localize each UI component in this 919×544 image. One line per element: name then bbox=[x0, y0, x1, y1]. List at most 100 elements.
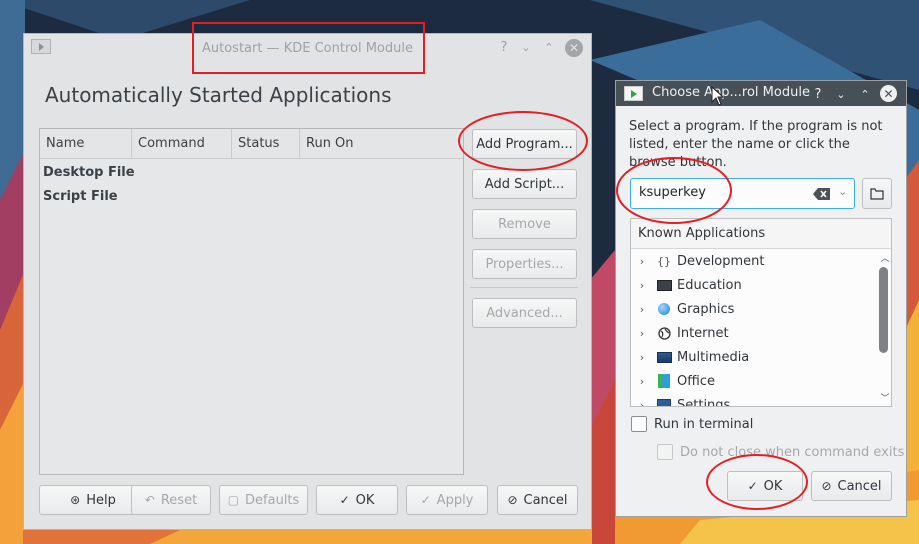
remove-button[interactable]: Remove bbox=[472, 209, 577, 239]
page-title: Automatically Started Applications bbox=[45, 83, 392, 107]
cancel-icon: ⊘ bbox=[507, 493, 518, 507]
globe-icon bbox=[653, 326, 675, 340]
tree-item-label: Office bbox=[677, 373, 715, 389]
undo-icon: ↶ bbox=[144, 493, 155, 507]
tree-item-label: Education bbox=[677, 277, 742, 293]
tree-item-multimedia[interactable]: › Multimedia bbox=[631, 345, 875, 369]
advanced-button[interactable]: Advanced... bbox=[472, 298, 577, 328]
run-in-terminal-option[interactable]: Run in terminal bbox=[631, 416, 753, 432]
column-command[interactable]: Command bbox=[132, 129, 232, 159]
dialog-cancel-button[interactable]: ⊘ Cancel bbox=[811, 471, 892, 501]
tree-item-internet[interactable]: › Internet bbox=[631, 321, 875, 345]
tree-item-label: Internet bbox=[677, 325, 729, 341]
media-icon bbox=[653, 351, 675, 363]
tree-item-label: Multimedia bbox=[677, 349, 750, 365]
expand-arrow-icon[interactable]: › bbox=[631, 255, 653, 268]
dialog-titlebar: Choose App...rol Module ? ⌄ ⌃ ✕ bbox=[616, 81, 906, 106]
cancel-button[interactable]: ⊘ Cancel bbox=[497, 485, 578, 515]
tree-item-development[interactable]: › {} Development bbox=[631, 249, 875, 273]
help-label: Help bbox=[86, 492, 116, 508]
maximize-icon[interactable]: ⌃ bbox=[857, 86, 873, 102]
minimize-icon[interactable]: ⌄ bbox=[518, 39, 534, 55]
list-item[interactable]: Desktop File bbox=[43, 165, 135, 180]
properties-label: Properties... bbox=[485, 256, 564, 272]
properties-button[interactable]: Properties... bbox=[472, 249, 577, 279]
monitor-icon bbox=[653, 279, 675, 291]
dialog-cancel-label: Cancel bbox=[837, 478, 882, 494]
settings-icon bbox=[653, 399, 675, 406]
add-script-button[interactable]: Add Script... bbox=[472, 169, 577, 199]
mouse-cursor-icon bbox=[711, 86, 725, 106]
list-header: Name Command Status Run On bbox=[40, 129, 463, 159]
instructions-text: Select a program. If the program is not … bbox=[629, 119, 883, 170]
apply-label: Apply bbox=[436, 492, 474, 508]
column-name[interactable]: Name bbox=[40, 129, 132, 159]
dialog-ok-button[interactable]: ✓ OK bbox=[727, 471, 803, 501]
tree-header: Known Applications bbox=[631, 219, 891, 249]
expand-arrow-icon[interactable]: › bbox=[631, 327, 653, 340]
add-script-label: Add Script... bbox=[484, 176, 565, 192]
autostart-window: Autostart — KDE Control Module ? ⌄ ⌃ ✕ A… bbox=[23, 33, 592, 530]
close-icon[interactable]: ✕ bbox=[880, 85, 897, 102]
checkmark-icon: ✓ bbox=[747, 479, 758, 493]
run-in-terminal-label: Run in terminal bbox=[654, 416, 754, 432]
column-run-on[interactable]: Run On bbox=[300, 129, 463, 159]
known-applications-tree[interactable]: Known Applications › {} Development › Ed… bbox=[630, 218, 892, 407]
tree-item-label: Settings bbox=[677, 397, 731, 407]
clear-icon[interactable] bbox=[813, 187, 831, 201]
expand-arrow-icon[interactable]: › bbox=[631, 399, 653, 407]
ok-button[interactable]: ✓ OK bbox=[316, 485, 398, 515]
divider bbox=[470, 287, 578, 288]
expand-arrow-icon[interactable]: › bbox=[631, 375, 653, 388]
tree-item-settings[interactable]: › Settings bbox=[631, 393, 875, 407]
browse-button[interactable] bbox=[862, 178, 892, 209]
chevron-down-icon[interactable]: ⌄ bbox=[838, 185, 847, 198]
tree-item-graphics[interactable]: › Graphics bbox=[631, 297, 875, 321]
sphere-icon bbox=[653, 303, 675, 315]
defaults-button[interactable]: ▢ Defaults bbox=[219, 485, 308, 515]
list-item[interactable]: Script File bbox=[43, 189, 118, 204]
ok-label: OK bbox=[355, 492, 375, 508]
program-input[interactable]: ksuperkey ⌄ bbox=[630, 178, 855, 209]
tree-item-office[interactable]: › Office bbox=[631, 369, 875, 393]
defaults-label: Defaults bbox=[245, 492, 300, 508]
do-not-close-checkbox[interactable] bbox=[657, 444, 673, 460]
help-icon[interactable]: ? bbox=[810, 86, 826, 102]
checkmark-icon: ✓ bbox=[420, 493, 431, 507]
main-titlebar: Autostart — KDE Control Module ? ⌄ ⌃ ✕ bbox=[24, 34, 591, 60]
cancel-icon: ⊘ bbox=[821, 479, 832, 493]
remove-label: Remove bbox=[498, 216, 551, 232]
minimize-icon[interactable]: ⌄ bbox=[833, 86, 849, 102]
autostart-list[interactable]: Name Command Status Run On Desktop File … bbox=[39, 128, 464, 475]
reset-button[interactable]: ↶ Reset bbox=[131, 485, 211, 515]
expand-arrow-icon[interactable]: › bbox=[631, 351, 653, 364]
folder-icon bbox=[870, 187, 884, 200]
cancel-label: Cancel bbox=[523, 492, 568, 508]
expand-arrow-icon[interactable]: › bbox=[631, 279, 653, 292]
maximize-icon[interactable]: ⌃ bbox=[541, 39, 557, 55]
column-status[interactable]: Status bbox=[232, 129, 300, 159]
checkmark-icon: ✓ bbox=[339, 493, 350, 507]
document-icon: ▢ bbox=[227, 493, 240, 507]
do-not-close-label: Do not close when command exits bbox=[680, 444, 905, 460]
expand-arrow-icon[interactable]: › bbox=[631, 303, 653, 316]
tree-item-education[interactable]: › Education bbox=[631, 273, 875, 297]
braces-icon: {} bbox=[657, 254, 671, 268]
add-program-label: Add Program... bbox=[476, 136, 573, 152]
scrollbar[interactable] bbox=[879, 253, 888, 403]
do-not-close-option[interactable]: Do not close when command exits bbox=[657, 444, 904, 460]
choose-application-dialog: Choose App...rol Module ? ⌄ ⌃ ✕ Select a… bbox=[615, 80, 907, 517]
tree-item-label: Development bbox=[677, 253, 765, 269]
close-icon[interactable]: ✕ bbox=[565, 39, 583, 57]
office-icon bbox=[653, 374, 675, 388]
program-input-value: ksuperkey bbox=[639, 185, 706, 200]
scrollbar-thumb[interactable] bbox=[879, 267, 888, 353]
help-icon[interactable]: ? bbox=[496, 39, 512, 55]
add-program-button[interactable]: Add Program... bbox=[472, 129, 577, 159]
scroll-down-icon[interactable]: ﹀ bbox=[879, 391, 891, 404]
dialog-ok-label: OK bbox=[763, 478, 783, 494]
app-icon bbox=[624, 86, 643, 101]
run-in-terminal-checkbox[interactable] bbox=[631, 416, 647, 432]
apply-button[interactable]: ✓ Apply bbox=[406, 485, 488, 515]
lifebuoy-icon: ⊛ bbox=[70, 493, 81, 507]
